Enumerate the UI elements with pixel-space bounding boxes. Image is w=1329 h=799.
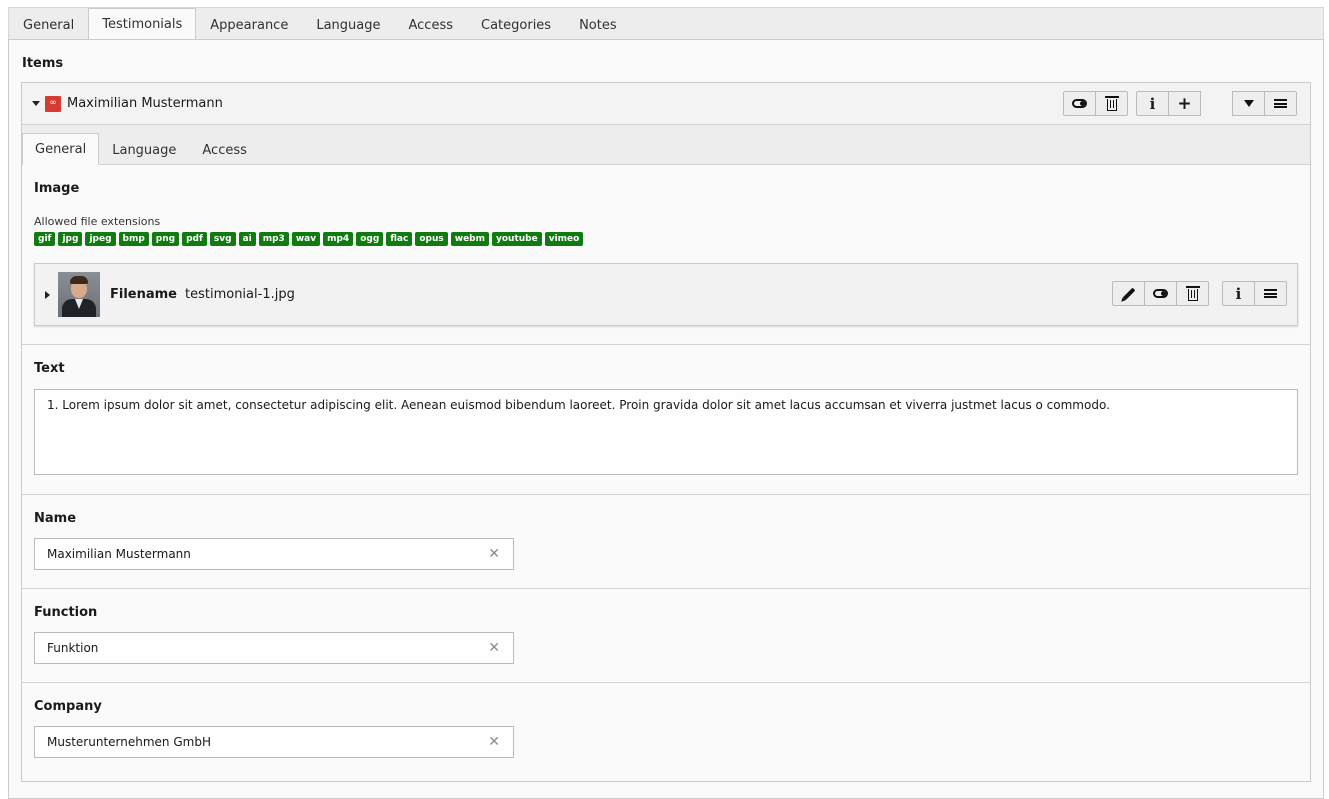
item-header[interactable]: ∞ Maximilian Mustermann i +	[22, 83, 1310, 125]
extension-badge: pdf	[182, 232, 207, 246]
toggle-icon	[1072, 99, 1087, 108]
caret-down-icon	[1243, 100, 1254, 107]
info-icon: i	[1149, 94, 1156, 113]
testimonial-record-icon: ∞	[45, 95, 61, 112]
tab-language[interactable]: Language	[302, 9, 394, 40]
text-field: Text 1. Lorem ipsum dolor sit amet, cons…	[22, 345, 1310, 495]
filename-value: testimonial-1.jpg	[185, 287, 295, 302]
toggle-icon	[1153, 289, 1168, 298]
function-input-wrapper: ✕	[34, 632, 514, 664]
name-label: Name	[34, 511, 77, 526]
testimonials-panel: Items ∞ Maximilian Mustermann i + Genera…	[8, 39, 1324, 799]
extension-badge: ogg	[356, 232, 384, 246]
file-meta-group: i	[1222, 281, 1287, 306]
menu-icon	[1274, 99, 1287, 108]
top-tab-bar: General Testimonials Appearance Language…	[8, 7, 1324, 40]
item-actions-group: i +	[1136, 91, 1297, 116]
file-reference-card[interactable]: Filename testimonial-1.jpg i	[34, 263, 1298, 326]
clear-icon[interactable]: ✕	[488, 546, 500, 562]
tab-access[interactable]: Access	[394, 9, 467, 40]
name-input[interactable]	[34, 538, 514, 570]
extension-badge: wav	[291, 232, 321, 246]
extension-badge: webm	[450, 232, 489, 246]
extension-badge: bmp	[118, 232, 149, 246]
form-frame: General Testimonials Appearance Language…	[8, 7, 1324, 799]
name-input-wrapper: ✕	[34, 538, 514, 570]
expand-caret-icon[interactable]	[45, 290, 50, 299]
function-field: Function ✕	[22, 589, 1310, 683]
filename-label: Filename	[110, 287, 177, 302]
clear-icon[interactable]: ✕	[488, 640, 500, 656]
text-label: Text	[34, 361, 65, 376]
tab-general[interactable]: General	[9, 9, 88, 40]
trash-icon	[1185, 286, 1200, 301]
extension-badge: flac	[386, 232, 413, 246]
extension-badge: svg	[209, 232, 236, 246]
file-info-button[interactable]: i	[1222, 281, 1255, 306]
item-title: Maximilian Mustermann	[67, 96, 223, 111]
tab-notes[interactable]: Notes	[565, 9, 631, 40]
subtab-access[interactable]: Access	[189, 134, 260, 165]
name-field: Name ✕	[22, 495, 1310, 589]
add-item-button[interactable]: +	[1168, 91, 1201, 116]
tab-appearance[interactable]: Appearance	[196, 9, 302, 40]
info-icon: i	[1235, 284, 1242, 303]
delete-item-button[interactable]	[1095, 91, 1128, 116]
pencil-icon	[1122, 287, 1135, 300]
delete-file-button[interactable]	[1176, 281, 1209, 306]
text-textarea[interactable]: 1. Lorem ipsum dolor sit amet, consectet…	[34, 389, 1298, 475]
extension-badge: gif	[34, 232, 56, 246]
extension-badge: jpeg	[85, 232, 116, 246]
file-thumbnail	[58, 272, 100, 317]
tab-categories[interactable]: Categories	[467, 9, 565, 40]
company-field: Company ✕	[22, 683, 1310, 758]
image-field: Image Allowed file extensions gif jpg jp…	[22, 165, 1310, 345]
image-label: Image	[34, 181, 80, 196]
extension-badges: gif jpg jpeg bmp png pdf svg ai mp3 wav …	[34, 232, 1298, 246]
subtab-general[interactable]: General	[22, 133, 100, 165]
move-down-button[interactable]	[1232, 91, 1265, 116]
items-heading: Items	[22, 56, 64, 71]
extension-badge: jpg	[58, 232, 83, 246]
file-actions-group	[1112, 281, 1209, 306]
plus-icon: +	[1177, 93, 1192, 114]
extension-badge: png	[151, 232, 180, 246]
clear-icon[interactable]: ✕	[488, 734, 500, 750]
item-tab-bar: General Language Access	[22, 125, 1310, 165]
move-up-placeholder	[1200, 91, 1233, 116]
extension-badge: mp4	[323, 232, 354, 246]
drag-handle-button[interactable]	[1264, 91, 1297, 116]
subtab-language[interactable]: Language	[99, 134, 189, 165]
menu-icon	[1264, 289, 1277, 298]
hide-toggle-button[interactable]	[1063, 91, 1096, 116]
allowed-extensions-hint: Allowed file extensions	[34, 215, 161, 228]
item-visibility-group	[1063, 91, 1128, 116]
tab-testimonials[interactable]: Testimonials	[88, 8, 197, 40]
trash-icon	[1104, 96, 1119, 111]
collapse-caret-icon[interactable]	[32, 101, 40, 106]
extension-badge: youtube	[492, 232, 542, 246]
testimonial-item: ∞ Maximilian Mustermann i + General Lang…	[21, 82, 1311, 782]
function-label: Function	[34, 605, 98, 620]
company-label: Company	[34, 699, 102, 714]
extension-badge: vimeo	[544, 232, 584, 246]
function-input[interactable]	[34, 632, 514, 664]
edit-file-button[interactable]	[1112, 281, 1145, 306]
info-button[interactable]: i	[1136, 91, 1169, 116]
file-hide-toggle-button[interactable]	[1144, 281, 1177, 306]
company-input-wrapper: ✕	[34, 726, 514, 758]
extension-badge: opus	[415, 232, 448, 246]
file-drag-handle-button[interactable]	[1254, 281, 1287, 306]
company-input[interactable]	[34, 726, 514, 758]
extension-badge: ai	[238, 232, 256, 246]
extension-badge: mp3	[258, 232, 289, 246]
